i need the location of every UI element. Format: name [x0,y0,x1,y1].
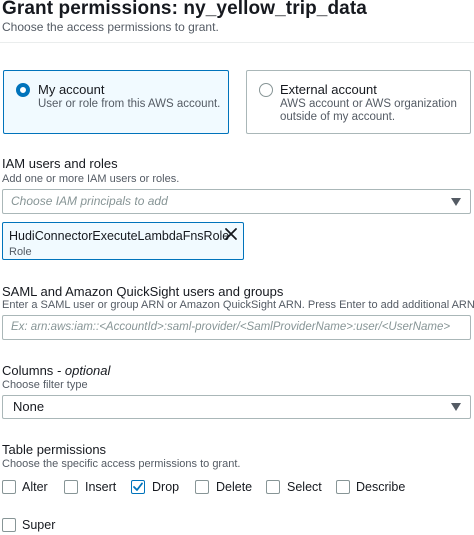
page-subtitle: Choose the access permissions to grant. [2,20,219,34]
delete-label: Delete [216,480,253,494]
super-checkbox[interactable] [2,518,16,532]
columns-optional: - optional [56,363,111,378]
iam-token-name: HudiConnectorExecuteLambdaFnsRole [9,229,230,243]
external-account-title: External account [280,82,377,97]
my-account-radio[interactable] [16,83,30,97]
columns-label: Columns - optional [2,363,110,378]
alter-checkbox[interactable] [2,480,16,494]
checkmark-icon [133,482,143,491]
caret-down-icon[interactable] [451,198,461,206]
columns-label-text: Columns [2,363,54,378]
external-account-description-line2: outside of my account. [280,111,396,123]
iam-hint: Add one or more IAM users or roles. [2,173,180,185]
saml-label: SAML and Amazon QuickSight users and gro… [2,284,284,299]
super-label: Super [22,518,56,532]
describe-label: Describe [356,480,406,494]
my-account-title: My account [38,82,105,97]
saml-arn-input[interactable]: Ex: arn:aws:iam::<AccountId>:saml-provid… [2,315,471,340]
external-account-card[interactable]: External account AWS account or AWS orga… [246,70,471,134]
insert-checkbox[interactable] [64,480,78,494]
drop-checkbox[interactable] [131,480,145,494]
drop-label: Drop [152,480,180,494]
page-title: Grant permissions: ny_yellow_trip_data [2,0,367,19]
external-account-description-line1: AWS account or AWS organization [280,98,457,110]
delete-checkbox[interactable] [195,480,209,494]
filter-type-select[interactable]: None [2,395,471,419]
external-account-radio[interactable] [259,83,273,97]
table-permissions-hint: Choose the specific access permissions t… [2,458,241,470]
iam-label: IAM users and roles [2,156,118,171]
alter-label: Alter [22,480,48,494]
select-checkbox[interactable] [266,480,280,494]
iam-token-type: Role [9,246,32,258]
caret-down-icon[interactable] [451,403,461,411]
my-account-card[interactable]: My account User or role from this AWS ac… [3,70,229,134]
saml-hint: Enter a SAML user or group ARN or Amazon… [2,299,474,311]
select-label: Select [287,480,322,494]
close-icon[interactable] [223,226,239,242]
insert-label: Insert [85,480,117,494]
iam-principals-input[interactable]: Choose IAM principals to add [2,189,471,214]
my-account-description: User or role from this AWS account. [38,98,221,110]
columns-hint: Choose filter type [2,379,88,391]
table-permissions-label: Table permissions [2,442,107,457]
header-divider [0,42,474,43]
iam-token: HudiConnectorExecuteLambdaFnsRole Role [2,222,244,260]
describe-checkbox[interactable] [336,480,350,494]
